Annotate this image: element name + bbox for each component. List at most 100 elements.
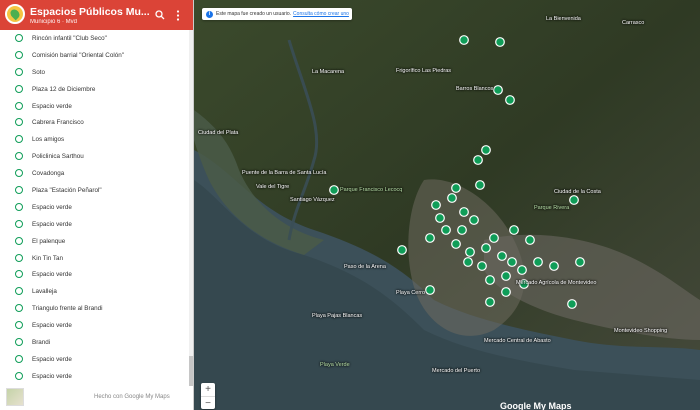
- map-label: La Bienvenida: [546, 16, 581, 22]
- list-item[interactable]: Espacio verde: [0, 351, 190, 368]
- map-marker[interactable]: [459, 35, 469, 45]
- map-marker[interactable]: [459, 207, 469, 217]
- map-marker[interactable]: [441, 225, 451, 235]
- place-marker-icon: [15, 253, 23, 262]
- list-item-label: Triangulo frente al Brandi: [32, 305, 103, 313]
- map-marker[interactable]: [465, 247, 475, 257]
- map-marker[interactable]: [549, 261, 559, 271]
- list-item[interactable]: Plaza "Estación Peñarol": [0, 182, 190, 199]
- map-marker[interactable]: [507, 257, 517, 267]
- scrollbar[interactable]: [189, 30, 193, 386]
- list-item-label: Soto: [32, 68, 45, 76]
- map-marker[interactable]: [329, 185, 339, 195]
- list-item[interactable]: Triangulo frente al Brandi: [0, 300, 190, 317]
- list-item-label: Espacio verde: [32, 355, 72, 363]
- zoom-out-button[interactable]: −: [201, 396, 215, 409]
- list-item-label: Brandi: [32, 338, 51, 346]
- map-marker[interactable]: [425, 233, 435, 243]
- map-marker[interactable]: [517, 265, 527, 275]
- made-with-text[interactable]: Hecho con Google My Maps: [94, 394, 170, 400]
- list-item[interactable]: Kin Tin Tan: [0, 250, 190, 267]
- map-marker[interactable]: [425, 285, 435, 295]
- list-item[interactable]: El palenque: [0, 233, 190, 250]
- list-item-label: Espacio verde: [32, 102, 72, 110]
- map-label: Santiago Vázquez: [290, 197, 335, 203]
- list-item[interactable]: Lavalleja: [0, 283, 190, 300]
- map-canvas[interactable]: i Este mapa fue creado un usuario. Consu…: [194, 0, 700, 410]
- map-title[interactable]: Espacios Públicos Mu...: [30, 6, 151, 18]
- map-marker[interactable]: [575, 257, 585, 267]
- list-item[interactable]: Espacio verde: [0, 199, 190, 216]
- map-marker[interactable]: [469, 215, 479, 225]
- map-marker[interactable]: [475, 180, 485, 190]
- map-marker[interactable]: [485, 275, 495, 285]
- map-marker[interactable]: [457, 225, 467, 235]
- map-marker[interactable]: [493, 85, 503, 95]
- map-label: Playa Verde: [320, 362, 350, 368]
- list-item[interactable]: Plaza 12 de Diciembre: [0, 81, 190, 98]
- more-vert-icon[interactable]: [169, 6, 187, 24]
- basemap-thumbnail[interactable]: [6, 388, 24, 406]
- place-marker-icon: [15, 270, 23, 279]
- scrollbar-thumb[interactable]: [189, 356, 193, 386]
- list-item[interactable]: Los amigos: [0, 131, 190, 148]
- notice-link[interactable]: Consulta cómo crear uno: [293, 11, 349, 17]
- map-marker[interactable]: [451, 239, 461, 249]
- place-marker-icon: [15, 152, 23, 161]
- map-marker[interactable]: [525, 235, 535, 245]
- map-marker[interactable]: [569, 195, 579, 205]
- map-marker[interactable]: [477, 261, 487, 271]
- map-marker[interactable]: [397, 245, 407, 255]
- zoom-in-button[interactable]: +: [201, 383, 215, 396]
- map-marker[interactable]: [463, 257, 473, 267]
- map-marker[interactable]: [447, 193, 457, 203]
- list-item[interactable]: Brandi: [0, 334, 190, 351]
- zoom-control: + −: [201, 383, 215, 409]
- map-marker[interactable]: [435, 213, 445, 223]
- map-label: Paso de la Arena: [344, 264, 386, 270]
- list-item[interactable]: Espacio verde: [0, 368, 190, 380]
- map-subtitle: Municipio 6 · Mvd: [30, 18, 78, 25]
- map-label: Mercado Agrícola de Montevideo: [516, 280, 597, 286]
- map-marker[interactable]: [509, 225, 519, 235]
- list-item[interactable]: Espacio verde: [0, 317, 190, 334]
- list-item[interactable]: Soto: [0, 64, 190, 81]
- map-marker[interactable]: [501, 287, 511, 297]
- map-marker[interactable]: [501, 271, 511, 281]
- list-item[interactable]: Espacio verde: [0, 98, 190, 115]
- place-marker-icon: [15, 67, 23, 76]
- place-marker-icon: [15, 371, 23, 380]
- map-marker[interactable]: [505, 95, 515, 105]
- map-marker[interactable]: [533, 257, 543, 267]
- list-item[interactable]: Rincón infantil "Club Seco": [0, 30, 190, 47]
- map-label: Ciudad de la Costa: [554, 189, 601, 195]
- map-marker[interactable]: [431, 200, 441, 210]
- map-label: Playa Cerro: [396, 290, 426, 296]
- satellite-map[interactable]: [194, 0, 700, 410]
- sidebar-footer: Hecho con Google My Maps: [0, 384, 194, 410]
- map-app-icon: [5, 4, 25, 24]
- map-marker[interactable]: [567, 299, 577, 309]
- place-marker-icon: [15, 34, 23, 42]
- map-marker[interactable]: [481, 145, 491, 155]
- map-marker[interactable]: [481, 243, 491, 253]
- list-item[interactable]: Covadonga: [0, 165, 190, 182]
- map-marker[interactable]: [451, 183, 461, 193]
- map-label: Mercado del Puerto: [432, 368, 480, 374]
- list-item[interactable]: Cabrera Francisco: [0, 114, 190, 131]
- map-marker[interactable]: [485, 297, 495, 307]
- list-item-label: Policlinica Sarthou: [32, 153, 84, 161]
- list-item[interactable]: Espacio verde: [0, 216, 190, 233]
- list-item[interactable]: Comisión barrial "Oriental Colón": [0, 47, 190, 64]
- place-marker-icon: [15, 338, 23, 347]
- place-marker-icon: [15, 118, 23, 127]
- search-icon[interactable]: [151, 6, 169, 24]
- map-marker[interactable]: [497, 251, 507, 261]
- map-marker[interactable]: [495, 37, 505, 47]
- list-item[interactable]: Policlinica Sarthou: [0, 148, 190, 165]
- list-item-label: Plaza 12 de Diciembre: [32, 85, 96, 93]
- list-item[interactable]: Espacio verde: [0, 266, 190, 283]
- map-marker[interactable]: [489, 233, 499, 243]
- map-label: La Macarena: [312, 69, 345, 75]
- map-marker[interactable]: [473, 155, 483, 165]
